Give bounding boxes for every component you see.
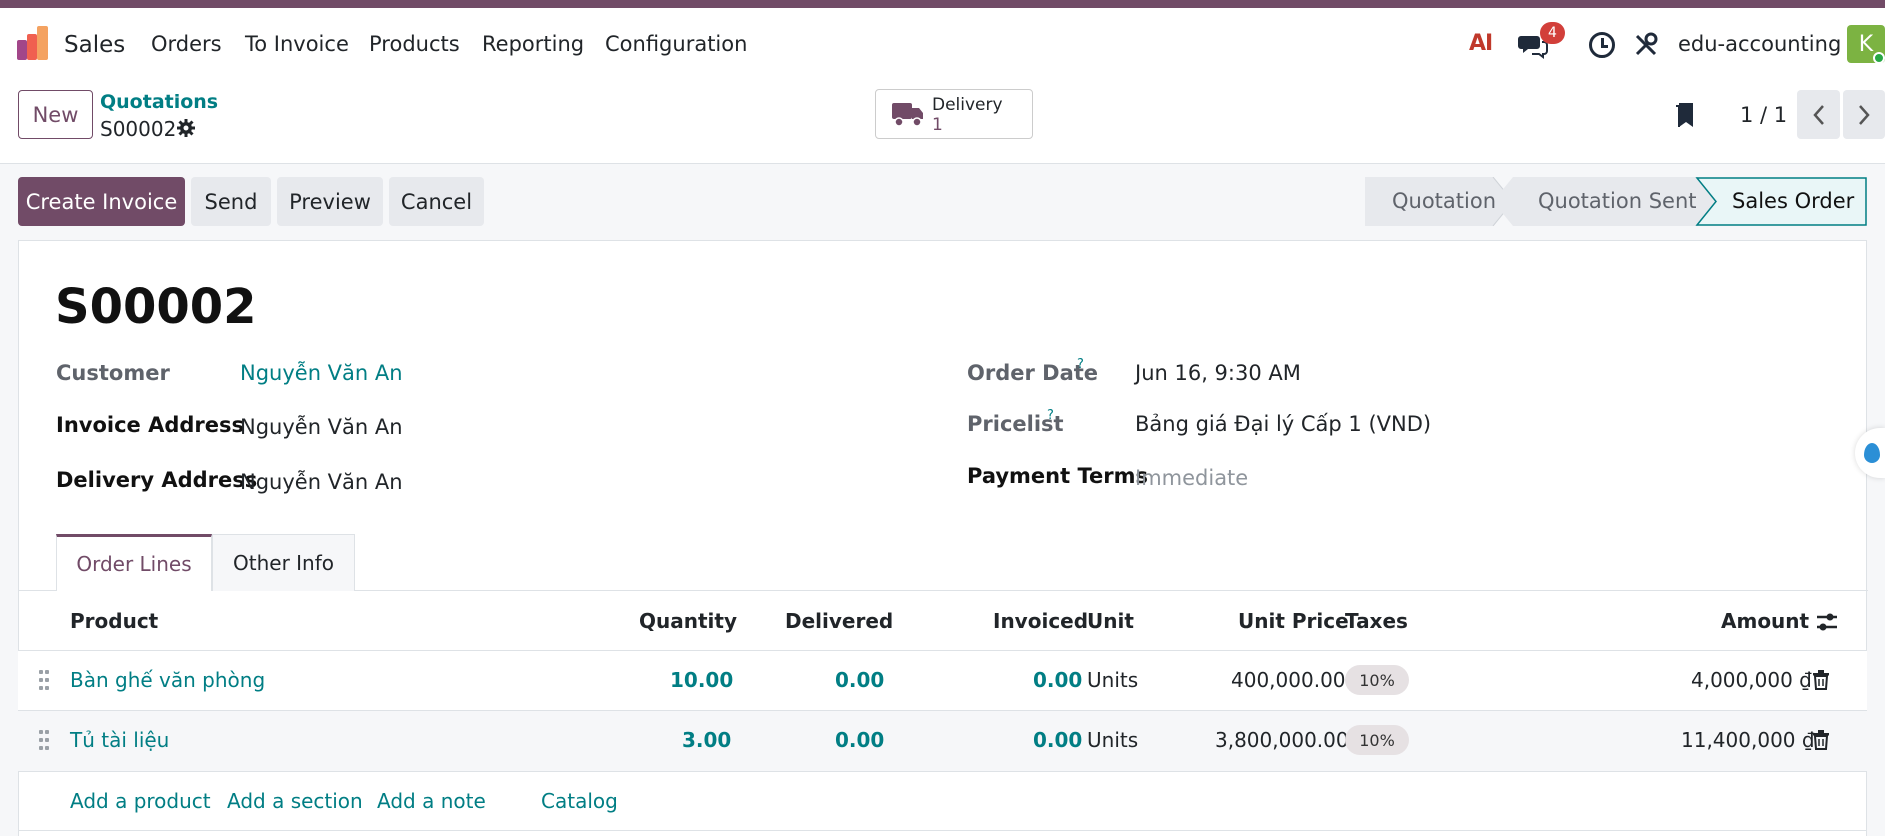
status-quotation-sent[interactable]: Quotation Sent xyxy=(1538,189,1696,213)
row-unit-price[interactable]: 3,800,000.00 xyxy=(1215,728,1349,752)
row-tax-badge[interactable]: 10% xyxy=(1345,665,1409,695)
invoice-address-label: Invoice Address xyxy=(56,413,244,437)
row-unit[interactable]: Units xyxy=(1087,668,1138,692)
row-amount: 4,000,000 ₫ xyxy=(1691,668,1812,692)
add-section-link[interactable]: Add a section xyxy=(227,789,363,813)
invoice-address-field[interactable]: Nguyễn Văn An xyxy=(240,415,403,439)
tab-other-info[interactable]: Other Info xyxy=(212,534,355,591)
drag-handle-icon[interactable] xyxy=(39,730,49,750)
row-unit-price[interactable]: 400,000.00 xyxy=(1231,668,1346,692)
row-quantity[interactable]: 10.00 xyxy=(670,668,733,692)
menu-reporting[interactable]: Reporting xyxy=(482,32,584,56)
col-header-amount[interactable]: Amount xyxy=(1721,609,1809,633)
col-header-unit-price[interactable]: Unit Price xyxy=(1238,609,1349,633)
trash-icon[interactable] xyxy=(1812,730,1830,750)
col-header-taxes[interactable]: Taxes xyxy=(1345,609,1408,633)
breadcrumb-quotations[interactable]: Quotations xyxy=(100,91,218,113)
menu-configuration[interactable]: Configuration xyxy=(605,32,747,56)
add-note-link[interactable]: Add a note xyxy=(377,789,486,813)
payment-terms-field[interactable]: Immediate xyxy=(1135,466,1248,490)
optional-columns-icon[interactable] xyxy=(1815,610,1839,634)
online-status-dot xyxy=(1873,52,1885,64)
row-amount: 11,400,000 ₫ xyxy=(1681,728,1815,752)
sales-app-icon[interactable] xyxy=(15,26,51,60)
row-delivered[interactable]: 0.00 xyxy=(835,668,884,692)
gear-icon[interactable] xyxy=(176,118,196,138)
cancel-button[interactable]: Cancel xyxy=(389,177,484,226)
preview-button[interactable]: Preview xyxy=(277,177,383,226)
delivery-address-label: Delivery Address xyxy=(56,468,258,492)
truck-icon xyxy=(892,100,924,128)
ai-icon[interactable]: AI xyxy=(1469,31,1493,56)
droplet-icon xyxy=(1864,443,1880,463)
status-quotation[interactable]: Quotation xyxy=(1392,189,1496,213)
breadcrumb-current: S00002 xyxy=(100,117,177,141)
pager-previous-button[interactable] xyxy=(1797,90,1840,139)
drag-handle-icon[interactable] xyxy=(39,670,49,690)
row-tax-badge[interactable]: 10% xyxy=(1345,725,1409,755)
row-invoiced[interactable]: 0.00 xyxy=(1033,668,1082,692)
delivery-smart-button[interactable]: Delivery 1 xyxy=(875,89,1033,139)
row-divider xyxy=(18,771,1867,772)
pager-next-button[interactable] xyxy=(1843,90,1885,139)
row-product[interactable]: Tủ tài liệu xyxy=(70,728,169,752)
table-footer-divider xyxy=(18,830,1867,831)
order-date-help-icon[interactable]: ? xyxy=(1077,357,1084,372)
menu-to-invoice[interactable]: To Invoice xyxy=(245,32,349,56)
col-header-product[interactable]: Product xyxy=(70,609,158,633)
row-delivered[interactable]: 0.00 xyxy=(835,728,884,752)
tab-order-lines[interactable]: Order Lines xyxy=(56,534,212,591)
col-header-unit[interactable]: Unit xyxy=(1087,609,1134,633)
tools-icon[interactable] xyxy=(1633,32,1659,58)
menu-orders[interactable]: Orders xyxy=(151,32,222,56)
status-sales-order[interactable]: Sales Order xyxy=(1732,189,1854,213)
bookmark-icon[interactable] xyxy=(1674,102,1696,130)
chevron-left-icon xyxy=(1812,104,1824,125)
delivery-count: 1 xyxy=(932,115,943,135)
catalog-link[interactable]: Catalog xyxy=(541,789,618,813)
new-button[interactable]: New xyxy=(18,90,93,139)
record-title: S00002 xyxy=(55,279,257,335)
messages-count-badge: 4 xyxy=(1540,22,1565,44)
trash-icon[interactable] xyxy=(1812,670,1830,690)
top-navbar: Sales Orders To Invoice Products Reporti… xyxy=(0,8,1885,78)
payment-terms-label: Payment Terms xyxy=(967,464,1148,488)
pricelist-field[interactable]: Bảng giá Đại lý Cấp 1 (VND) xyxy=(1135,412,1431,436)
delivery-address-field[interactable]: Nguyễn Văn An xyxy=(240,470,403,494)
customer-label: Customer xyxy=(56,361,170,385)
create-invoice-button[interactable]: Create Invoice xyxy=(18,177,185,226)
send-button[interactable]: Send xyxy=(191,177,271,226)
pricelist-help-icon[interactable]: ? xyxy=(1047,408,1054,423)
row-unit[interactable]: Units xyxy=(1087,728,1138,752)
table-row[interactable] xyxy=(18,651,1867,710)
chevron-right-icon xyxy=(1859,104,1870,125)
col-header-delivered[interactable]: Delivered xyxy=(785,609,893,633)
row-product[interactable]: Bàn ghế văn phòng xyxy=(70,668,265,692)
add-product-link[interactable]: Add a product xyxy=(70,789,211,813)
order-date-field[interactable]: Jun 16, 9:30 AM xyxy=(1135,361,1301,385)
menu-products[interactable]: Products xyxy=(369,32,460,56)
brand-accent-bar xyxy=(0,0,1885,8)
row-invoiced[interactable]: 0.00 xyxy=(1033,728,1082,752)
table-row[interactable] xyxy=(18,711,1867,771)
app-name[interactable]: Sales xyxy=(64,32,125,58)
row-quantity[interactable]: 3.00 xyxy=(682,728,731,752)
pager-value[interactable]: 1 / 1 xyxy=(1740,103,1787,127)
company-switcher[interactable]: edu-accounting xyxy=(1678,32,1841,56)
activity-clock-icon[interactable] xyxy=(1589,32,1615,58)
col-header-invoiced[interactable]: Invoiced xyxy=(993,609,1088,633)
col-header-quantity[interactable]: Quantity xyxy=(639,609,737,633)
customer-field[interactable]: Nguyễn Văn An xyxy=(240,361,403,385)
delivery-label: Delivery xyxy=(932,95,1003,115)
